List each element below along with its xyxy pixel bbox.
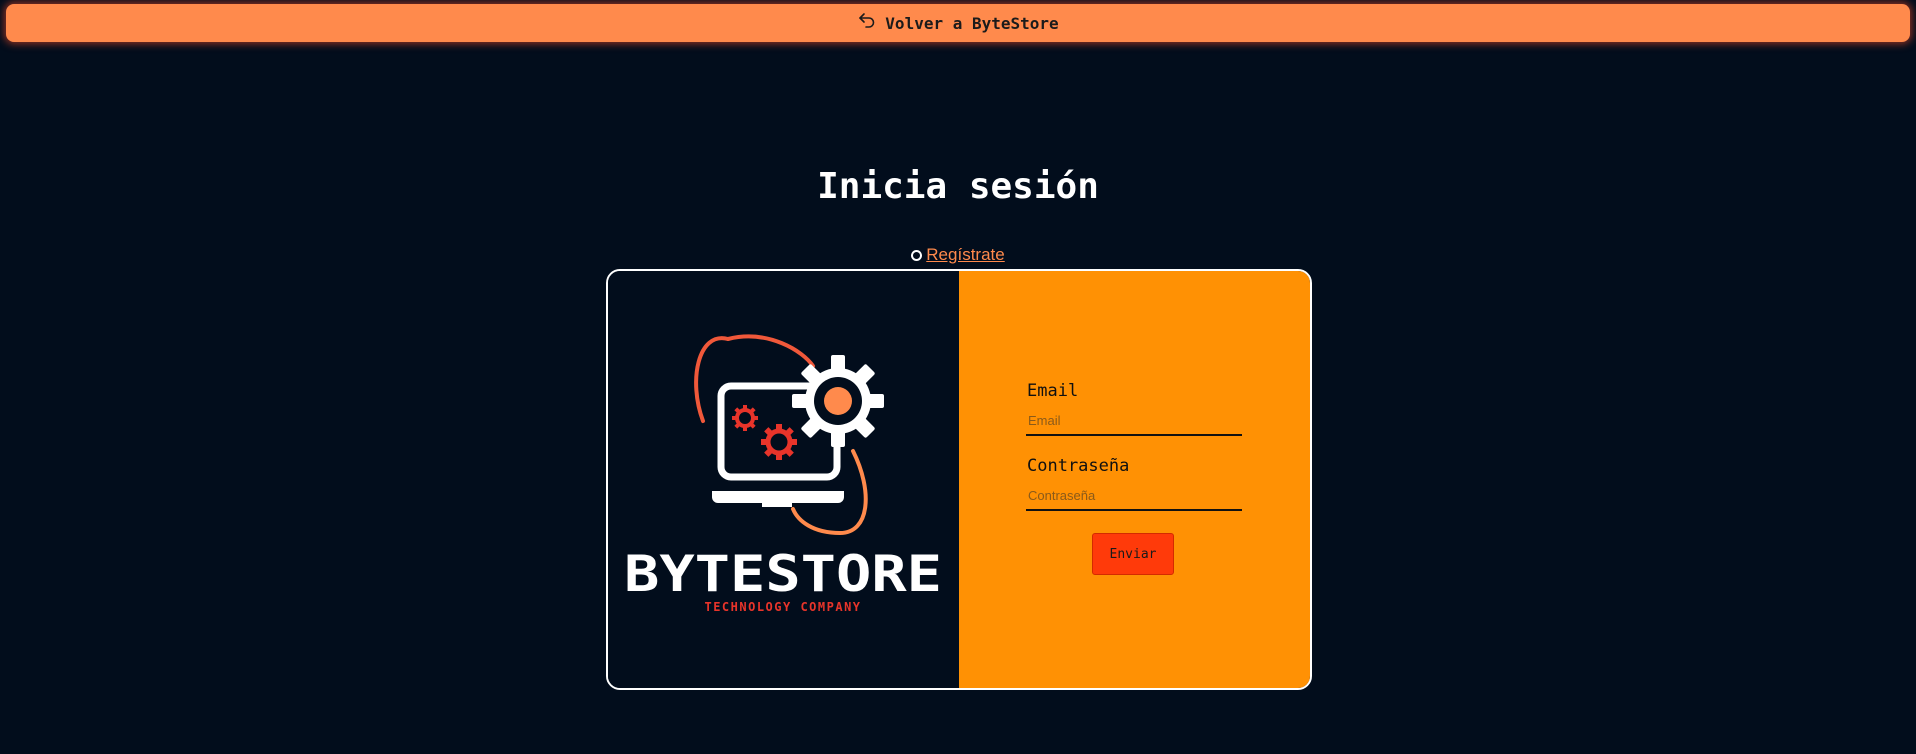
- page-title: Inicia sesión: [817, 166, 1099, 207]
- email-field[interactable]: [1026, 406, 1242, 436]
- undo-arrow-icon: [857, 10, 877, 30]
- back-to-store-label: Volver a ByteStore: [885, 13, 1059, 33]
- register-link-row: Regístrate: [0, 245, 1916, 265]
- brand-tagline: TECHNOLOGY COMPANY: [704, 600, 861, 614]
- submit-button[interactable]: Enviar: [1092, 533, 1174, 575]
- login-card: BYTESTORE TECHNOLOGY COMPANY Email Contr…: [606, 269, 1312, 690]
- email-label: Email: [1027, 381, 1079, 401]
- password-field[interactable]: [1026, 481, 1242, 511]
- password-label: Contraseña: [1027, 456, 1130, 476]
- brand-wordmark: BYTESTORE: [624, 545, 942, 603]
- back-to-store-button[interactable]: Volver a ByteStore: [6, 4, 1910, 42]
- login-form-panel: Email Contraseña Enviar: [959, 271, 1310, 688]
- register-link[interactable]: Regístrate: [926, 245, 1004, 265]
- bytestore-logo: BYTESTORE TECHNOLOGY COMPANY: [624, 334, 942, 614]
- list-bullet-icon: [911, 249, 923, 261]
- logo-panel: BYTESTORE TECHNOLOGY COMPANY: [608, 271, 959, 688]
